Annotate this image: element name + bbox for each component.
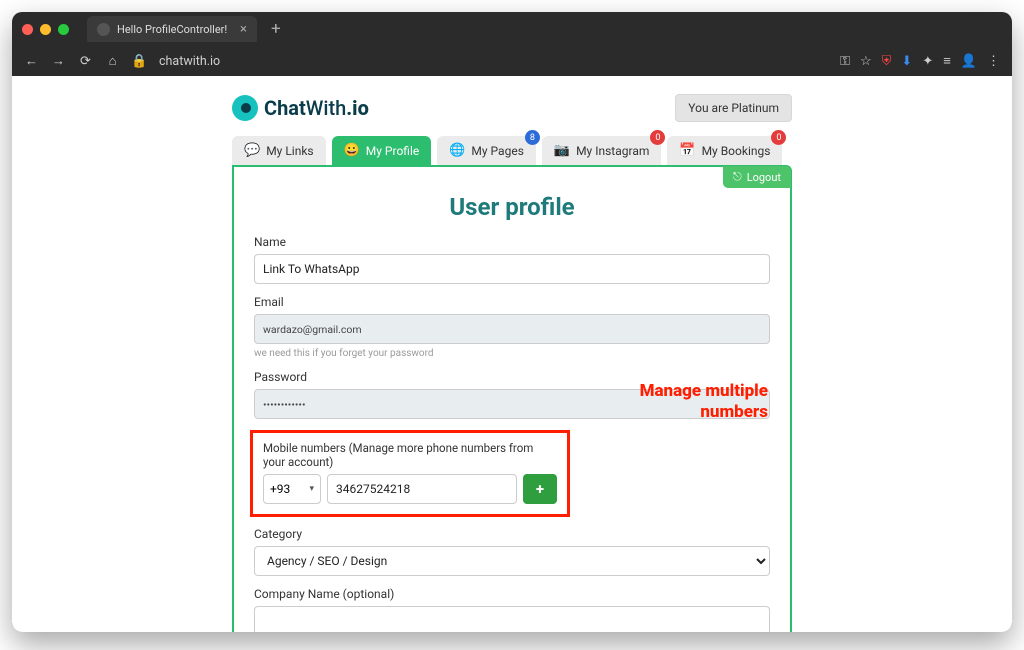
home-icon[interactable]: ⌂ [105,53,120,69]
profile-icon[interactable]: 👤 [961,54,977,69]
reload-icon[interactable]: ⟳ [78,54,93,69]
mobile-number-input[interactable] [327,474,517,504]
favicon-icon [97,23,110,36]
site-header: ChatWith.io You are Platinum [232,94,792,122]
browser-toolbar: ← → ⟳ ⌂ 🔒 chatwith.io ⚿ ☆ ⛨ ⬇ ✦ ≡ 👤 ⋮ [12,46,1012,76]
brand-logo[interactable]: ChatWith.io [232,95,369,121]
category-select[interactable]: Agency / SEO / Design [254,546,770,576]
toolbar-right: ⚿ ☆ ⛨ ⬇ ✦ ≡ 👤 ⋮ [840,53,1000,69]
menu-icon[interactable]: ⋮ [987,54,1000,69]
brand-chat: Chat [264,96,306,120]
logout-icon: ⎋ [733,170,742,184]
browser-tab[interactable]: Hello ProfileController! × [87,16,257,42]
annotation-manage-numbers: Manage multiple numbers [640,381,768,424]
tab-label: My Bookings [702,144,771,158]
mobile-label: Mobile numbers (Manage more phone number… [263,441,557,469]
extensions-icon[interactable]: ✦ [922,54,933,69]
tab-label: My Profile [366,144,419,158]
tab-my-links[interactable]: 💬 My Links [232,136,326,165]
profile-card: ⎋ Logout User profile Name Email we need… [232,165,792,632]
instagram-icon: 📷 [554,143,570,158]
tab-my-pages[interactable]: 🌐 My Pages 8 [437,136,536,165]
tab-my-bookings[interactable]: 📅 My Bookings 0 [667,136,782,165]
badge-count: 0 [771,130,786,145]
country-code-select[interactable]: +93 [263,474,321,504]
shield-icon[interactable]: ⛨ [882,54,892,69]
company-input[interactable] [254,606,770,632]
email-hint: we need this if you forget your password [254,348,770,359]
calendar-icon: 📅 [679,143,695,158]
annotation-line1: Manage multiple [640,381,768,402]
plus-icon: + [536,480,544,498]
page-content: ChatWith.io You are Platinum 💬 My Links … [12,76,1012,632]
star-icon[interactable]: ☆ [860,54,872,69]
address-bar[interactable]: chatwith.io [159,54,828,69]
brand-with: With [306,96,346,120]
key-icon[interactable]: ⚿ [840,54,850,69]
brand-io: .io [346,96,369,120]
forward-icon[interactable]: → [51,53,66,69]
nav-tabs: 💬 My Links 😀 My Profile 🌐 My Pages 8 📷 M… [232,136,792,165]
lock-icon: 🔒 [132,54,147,69]
name-input[interactable] [254,254,770,284]
company-label: Company Name (optional) [254,587,770,601]
download-icon[interactable]: ⬇ [901,54,912,69]
back-icon[interactable]: ← [24,53,39,69]
face-icon: 😀 [344,143,360,158]
tab-my-profile[interactable]: 😀 My Profile [332,136,432,165]
country-code-value: +93 [270,482,290,496]
browser-tab-title: Hello ProfileController! [117,23,227,36]
browser-tabstrip: Hello ProfileController! × + [12,12,1012,46]
globe-icon: 🌐 [449,143,465,158]
category-label: Category [254,527,770,541]
window-controls [22,24,69,35]
tab-my-instagram[interactable]: 📷 My Instagram 0 [542,136,661,165]
annotation-line2: numbers [640,402,768,423]
logo-mark-icon [232,95,258,121]
badge-count: 0 [650,130,665,145]
name-label: Name [254,235,770,249]
new-tab-button[interactable]: + [265,19,287,39]
mobile-numbers-highlight: Mobile numbers (Manage more phone number… [250,430,570,517]
whatsapp-icon: 💬 [244,143,260,158]
page-title: User profile [254,193,770,221]
maximize-window-icon[interactable] [58,24,69,35]
tab-label: My Pages [471,144,523,158]
tab-label: My Links [266,144,313,158]
close-tab-icon[interactable]: × [240,22,247,37]
close-window-icon[interactable] [22,24,33,35]
minimize-window-icon[interactable] [40,24,51,35]
email-label: Email [254,295,770,309]
platinum-badge: You are Platinum [675,94,792,122]
logout-label: Logout [747,171,781,184]
badge-count: 8 [525,130,540,145]
reader-icon[interactable]: ≡ [943,53,951,69]
tab-label: My Instagram [576,144,649,158]
browser-window: Hello ProfileController! × + ← → ⟳ ⌂ 🔒 c… [12,12,1012,632]
add-number-button[interactable]: + [523,474,557,504]
logout-button[interactable]: ⎋ Logout [723,166,791,188]
email-input[interactable] [254,314,770,344]
